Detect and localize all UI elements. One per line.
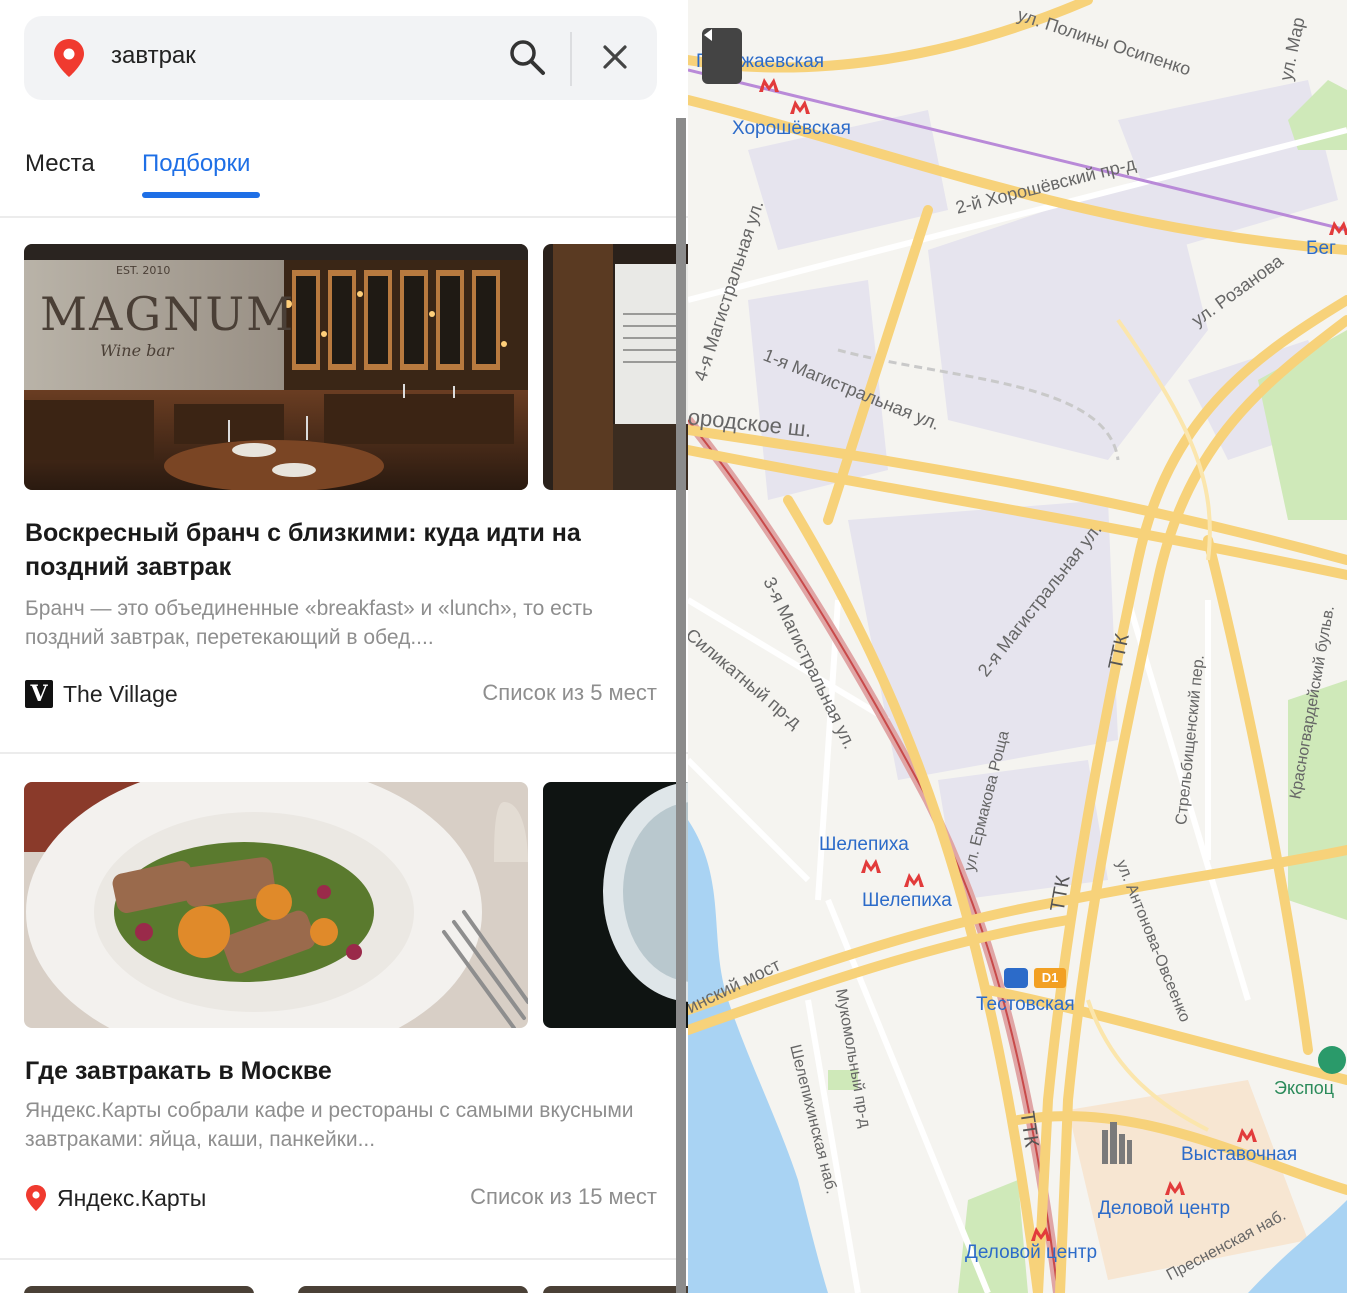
business-center-icon (1098, 1120, 1134, 1164)
road-label-ttk: ТТК (1015, 1109, 1043, 1149)
card-image-secondary[interactable] (543, 244, 688, 490)
card-image-restaurant[interactable]: MAGNUM EST. 2010 Wine bar (24, 244, 528, 490)
collection-card[interactable]: MAGNUM EST. 2010 Wine bar Воскресный бра… (0, 244, 688, 754)
close-icon[interactable] (598, 40, 632, 74)
card-source[interactable]: V The Village (25, 678, 178, 710)
yandex-maps-pin-icon (26, 1185, 46, 1211)
collapse-panel-button[interactable] (702, 28, 742, 84)
metro-station-label[interactable]: Тестовская (976, 994, 1075, 1016)
metro-station-label[interactable]: Шелепиха (862, 890, 952, 912)
search-results-panel: завтрак Места Подборки MAGNUM EST. 2010 … (0, 0, 688, 1293)
card-title[interactable]: Воскресный бранч с близкими: куда идти н… (25, 516, 655, 584)
tab-collections[interactable]: Подборки (142, 150, 250, 178)
metro-station-label[interactable]: Деловой центр (1098, 1198, 1230, 1220)
card-description: Бранч — это объединенные «breakfast» и «… (25, 597, 593, 649)
card-source-name: Яндекс.Карты (57, 1184, 207, 1211)
metro-icon (1329, 221, 1347, 235)
active-tab-indicator (142, 192, 260, 198)
metro-station-label[interactable]: Деловой центр (965, 1242, 1097, 1264)
card-image-dish[interactable] (24, 782, 528, 1028)
tabs-bar: Места Подборки (0, 140, 688, 218)
metro-station-label[interactable]: Выставочная (1181, 1144, 1297, 1166)
metro-station-label[interactable]: Хорошёвская (732, 118, 851, 140)
next-card-preview[interactable] (24, 1286, 688, 1293)
poi-label[interactable]: Экспоц (1274, 1078, 1334, 1099)
d1-line-badge: D1 (1034, 968, 1066, 988)
map-view[interactable]: Полежаевская Хорошёвская Шелепиха Шелепи… (688, 0, 1347, 1293)
location-pin-icon (54, 39, 84, 77)
metro-icon (759, 78, 779, 92)
card-source[interactable]: Яндекс.Карты (25, 1182, 206, 1214)
metro-icon (1237, 1128, 1257, 1142)
metro-icon (1031, 1227, 1051, 1241)
card-title[interactable]: Где завтракать в Москве (25, 1054, 655, 1088)
train-station-icon (1004, 968, 1028, 988)
card-source-name: The Village (63, 680, 178, 707)
card-place-count: Список из 5 мест (482, 680, 657, 705)
tab-places[interactable]: Места (25, 150, 95, 178)
svg-text:Wine bar: Wine bar (100, 341, 175, 360)
svg-text:EST. 2010: EST. 2010 (116, 264, 170, 277)
metro-station-label[interactable]: Шелепиха (819, 834, 909, 856)
chevron-left-icon (704, 29, 712, 41)
card-description: Яндекс.Карты собрали кафе и рестораны с … (25, 1099, 634, 1151)
collection-card[interactable]: Где завтракать в Москве Яндекс.Карты соб… (0, 782, 688, 1260)
metro-icon (790, 100, 810, 114)
search-icon[interactable] (508, 38, 546, 76)
metro-icon (904, 873, 924, 887)
search-divider (570, 32, 572, 86)
search-box[interactable]: завтрак (24, 16, 657, 100)
magnum-wall-sign: MAGNUM (40, 287, 295, 341)
panel-scrollbar[interactable] (676, 118, 686, 1293)
search-input[interactable]: завтрак (111, 42, 196, 70)
the-village-logo-icon: V (25, 680, 53, 708)
metro-icon (861, 859, 881, 873)
expo-poi-icon[interactable] (1318, 1046, 1346, 1074)
card-place-count: Список из 15 мест (470, 1184, 657, 1209)
card-image-secondary[interactable] (543, 782, 688, 1028)
metro-station-label[interactable]: Бег (1306, 238, 1336, 260)
metro-icon (1165, 1181, 1185, 1195)
